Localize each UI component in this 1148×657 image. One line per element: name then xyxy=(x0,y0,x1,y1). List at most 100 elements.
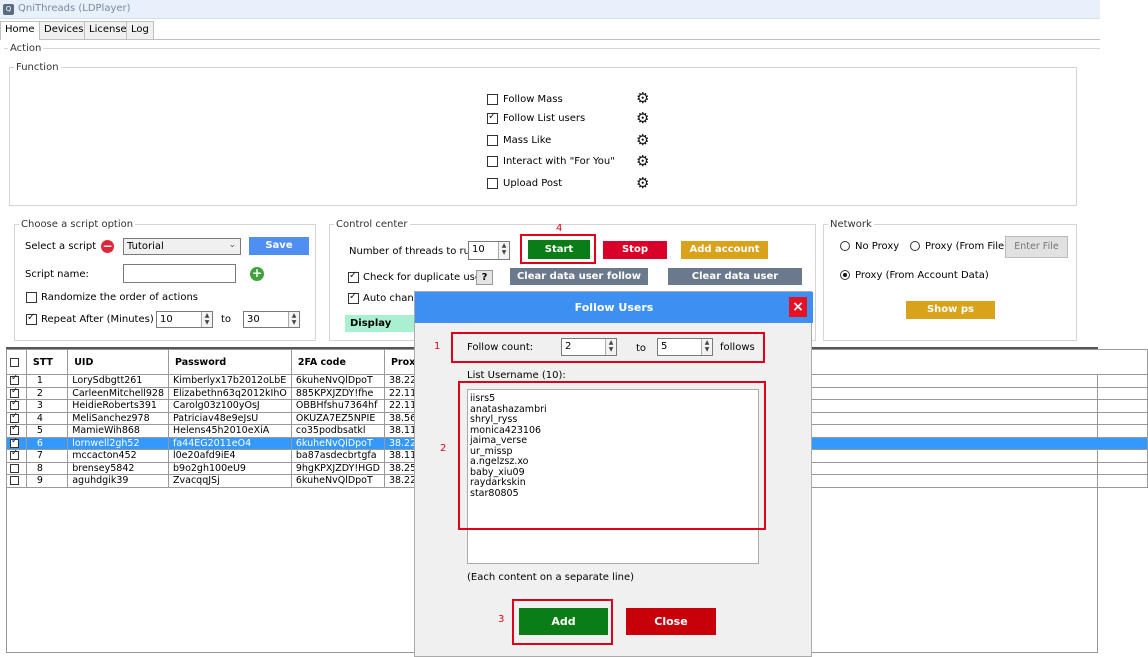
enter-file-button[interactable]: Enter File xyxy=(1005,236,1068,258)
row-select-cell[interactable] xyxy=(6,386,27,400)
stt-cell[interactable]: 5 xyxy=(25,424,69,438)
follow-list-users-checkbox[interactable] xyxy=(487,111,498,124)
twofa-cell[interactable]: co35podbsatkl xyxy=(290,424,385,438)
password-cell[interactable]: b9o2gh100eU9 xyxy=(168,461,292,475)
twofa-cell[interactable]: 885KPXJZDY!fhe xyxy=(290,386,385,400)
row-select-cell[interactable] xyxy=(6,436,27,450)
close-button[interactable]: Close xyxy=(626,608,716,635)
row-select-cell[interactable] xyxy=(6,399,27,413)
follow-mass-checkbox[interactable] xyxy=(487,94,498,105)
row-select-cell[interactable] xyxy=(6,449,27,463)
threads-spinner[interactable]: ▲ ▼ xyxy=(498,242,509,259)
password-cell[interactable]: Helens45h2010eXiA xyxy=(168,424,292,438)
repeat-to-input[interactable]: 30 ▲ ▼ xyxy=(243,311,300,328)
follow-list-users-gear-icon[interactable]: ⚙ xyxy=(636,111,649,126)
stt-cell[interactable]: 7 xyxy=(25,449,69,463)
row-checkbox[interactable] xyxy=(10,400,19,411)
stop-button[interactable]: Stop xyxy=(603,241,667,259)
row-select-cell[interactable] xyxy=(6,461,27,475)
show-ps-button[interactable]: Show ps xyxy=(906,301,995,319)
row-checkbox[interactable] xyxy=(10,438,19,448)
row-checkbox[interactable] xyxy=(10,450,19,461)
repeat-checkbox[interactable] xyxy=(26,312,37,325)
tab-home[interactable]: Home xyxy=(0,21,40,40)
repeat-from-spinner[interactable]: ▲ ▼ xyxy=(201,312,212,327)
col-stt[interactable]: STT xyxy=(25,349,69,375)
uid-cell[interactable]: MamieWih868 xyxy=(67,424,169,438)
stt-cell[interactable]: 8 xyxy=(25,461,69,475)
col-uid[interactable]: UID xyxy=(67,349,169,375)
row-select-cell[interactable] xyxy=(6,424,27,438)
tab-log[interactable]: Log xyxy=(126,21,154,39)
col-2fa[interactable]: 2FA code xyxy=(290,349,385,375)
password-cell[interactable]: Patriciav48e9eJsU xyxy=(168,411,292,425)
twofa-cell[interactable]: ba87asdecbrtgfa xyxy=(290,449,385,463)
password-cell[interactable]: Kimberlyx17b2012oLbE xyxy=(168,374,292,388)
close-icon[interactable]: × xyxy=(789,297,807,317)
save-button[interactable]: Save xyxy=(249,237,309,255)
interact-for-you-gear-icon[interactable]: ⚙ xyxy=(636,154,649,169)
tab-devices[interactable]: Devices xyxy=(39,21,89,39)
password-cell[interactable]: l0e20afd9iE4 xyxy=(168,449,292,463)
proxy-account-radio[interactable] xyxy=(840,270,850,280)
row-checkbox[interactable] xyxy=(10,425,19,436)
stt-cell[interactable]: 2 xyxy=(25,386,69,400)
randomize-checkbox[interactable] xyxy=(26,292,37,303)
follow-mass-gear-icon[interactable]: ⚙ xyxy=(636,91,649,106)
stt-cell[interactable]: 4 xyxy=(25,411,69,425)
remove-script-icon[interactable]: − xyxy=(101,240,114,253)
uid-cell[interactable]: LorySdbgtt261 xyxy=(67,374,169,388)
mass-like-gear-icon[interactable]: ⚙ xyxy=(636,133,649,148)
twofa-cell[interactable]: 6kuheNvQlDpoT xyxy=(290,474,385,488)
row-checkbox[interactable] xyxy=(10,375,19,386)
twofa-cell[interactable]: 6kuheNvQlDpoT xyxy=(290,374,385,388)
clear-user-message-button[interactable]: Clear data user message xyxy=(668,268,802,299)
repeat-to-spinner[interactable]: ▲ ▼ xyxy=(288,312,299,327)
stt-cell[interactable]: 6 xyxy=(25,436,69,450)
repeat-from-input[interactable]: 10 ▲ ▼ xyxy=(156,311,213,328)
threads-input[interactable]: 10 ▲ ▼ xyxy=(468,241,510,260)
row-checkbox[interactable] xyxy=(10,463,19,473)
proxy-file-radio[interactable] xyxy=(910,241,920,251)
check-duplicate-checkbox[interactable] xyxy=(348,270,359,283)
uid-cell[interactable]: MeliSanchez978 xyxy=(67,411,169,425)
stt-cell[interactable]: 3 xyxy=(25,399,69,413)
select-all-checkbox[interactable] xyxy=(10,357,19,367)
add-script-icon[interactable]: + xyxy=(250,267,264,281)
password-cell[interactable]: ZvacqqJSj xyxy=(168,474,292,488)
uid-cell[interactable]: aguhdgik39 xyxy=(67,474,169,488)
upload-post-gear-icon[interactable]: ⚙ xyxy=(636,176,649,191)
help-button[interactable]: ? xyxy=(476,270,493,285)
tab-license[interactable]: License xyxy=(84,21,132,39)
uid-cell[interactable]: lornwell2gh52 xyxy=(67,436,169,450)
stt-cell[interactable]: 9 xyxy=(25,474,69,488)
display-config-button[interactable]: Display config xyxy=(345,315,425,332)
row-checkbox[interactable] xyxy=(10,388,19,398)
password-cell[interactable]: fa44EG2011eO4 xyxy=(168,436,292,450)
password-cell[interactable]: Elizabethn63q2012kIhO xyxy=(168,386,292,400)
clear-user-follow-button[interactable]: Clear data user follow xyxy=(510,268,648,285)
interact-for-you-checkbox[interactable] xyxy=(487,156,498,167)
twofa-cell[interactable]: OKUZA7EZ5NPIE xyxy=(290,411,385,425)
uid-cell[interactable]: HeidieRoberts391 xyxy=(67,399,169,413)
row-select-cell[interactable] xyxy=(6,374,27,388)
row-checkbox[interactable] xyxy=(10,413,19,423)
upload-post-checkbox[interactable] xyxy=(487,178,498,189)
stt-cell[interactable]: 1 xyxy=(25,374,69,388)
twofa-cell[interactable]: 9hgKPXJZDY!HGD xyxy=(290,461,385,475)
no-proxy-radio[interactable] xyxy=(840,241,850,251)
row-checkbox[interactable] xyxy=(10,476,19,486)
uid-cell[interactable]: brensey5842 xyxy=(67,461,169,475)
script-select[interactable]: Tutorial ⌄ xyxy=(123,238,241,255)
twofa-cell[interactable]: OBBHfshu7364hf xyxy=(290,399,385,413)
row-select-cell[interactable] xyxy=(6,411,27,425)
twofa-cell[interactable]: 6kuheNvQlDpoT xyxy=(290,436,385,450)
mass-like-checkbox[interactable] xyxy=(487,135,498,146)
auto-change-checkbox[interactable] xyxy=(348,291,359,304)
row-select-cell[interactable] xyxy=(6,474,27,488)
select-all-cell[interactable] xyxy=(6,349,27,375)
password-cell[interactable]: Carolg03z100yOsJ xyxy=(168,399,292,413)
uid-cell[interactable]: CarleenMitchell928 xyxy=(67,386,169,400)
col-password[interactable]: Password xyxy=(168,349,292,375)
uid-cell[interactable]: mccacton452 xyxy=(67,449,169,463)
